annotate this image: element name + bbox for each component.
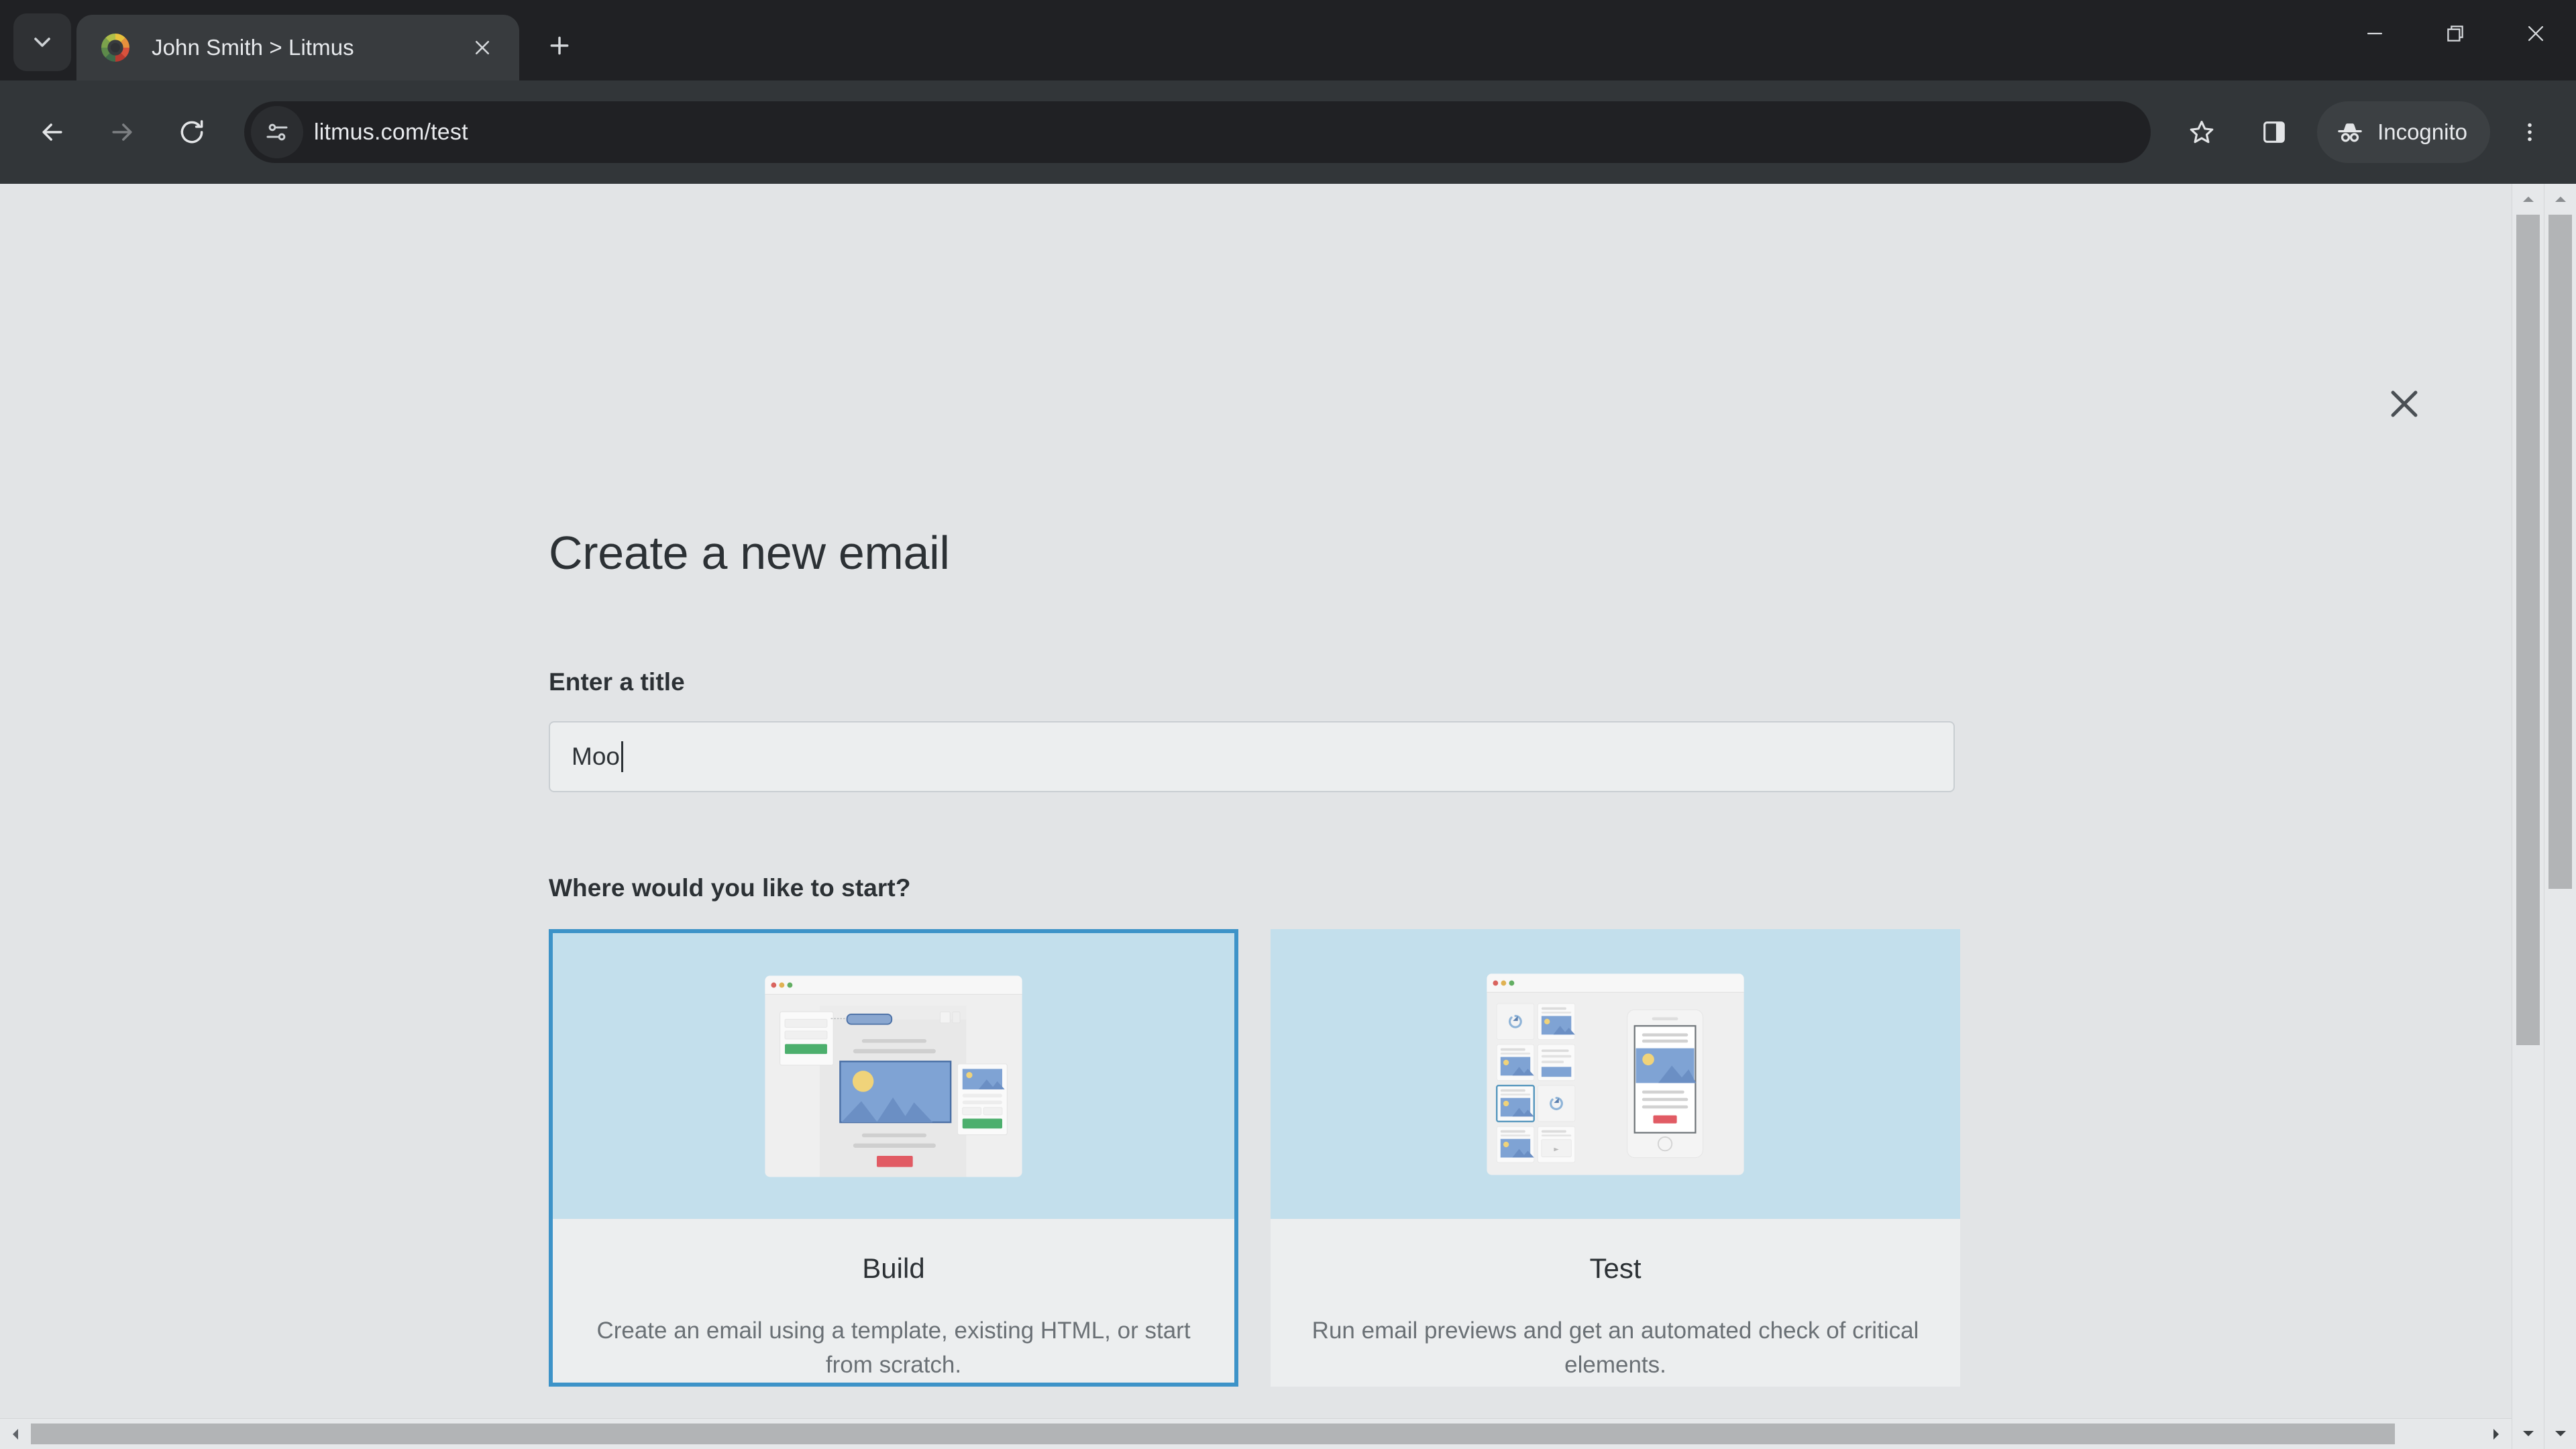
star-icon: [2190, 121, 2214, 144]
url-text: litmus.com/test: [314, 119, 468, 145]
page-scroll-up-button[interactable]: [2544, 184, 2576, 215]
start-option-build[interactable]: Build Create an email using a template, …: [549, 929, 1238, 1387]
browser-menu-button[interactable]: [2501, 101, 2559, 163]
horizontal-scroll-track[interactable]: [31, 1419, 2481, 1449]
caret-up-icon: [2522, 197, 2534, 202]
tab-strip: John Smith > Litmus: [0, 0, 2576, 80]
window-controls: [2334, 0, 2576, 80]
text-cursor: [621, 741, 623, 772]
modal-close-button[interactable]: [2379, 378, 2430, 429]
restore-icon: [2447, 25, 2463, 42]
page-viewport: Create a new email Enter a title Moo Whe…: [0, 184, 2576, 1449]
build-card-body: Build Create an email using a template, …: [553, 1219, 1234, 1383]
start-choice-label: Where would you like to start?: [549, 874, 911, 902]
arrow-right-icon: [112, 123, 132, 141]
back-button[interactable]: [21, 101, 83, 163]
modal-scroll-track[interactable]: [2512, 215, 2544, 1418]
test-illustration-svg: [1487, 973, 1744, 1175]
start-option-cards: Build Create an email using a template, …: [549, 929, 2512, 1387]
address-bar[interactable]: litmus.com/test: [244, 101, 2151, 163]
chevron-down-icon: [34, 38, 50, 47]
caret-up-icon: [2555, 197, 2566, 202]
arrow-left-icon: [42, 123, 62, 141]
page-content: Create a new email Enter a title Moo Whe…: [0, 184, 2512, 1449]
title-input[interactable]: Moo: [549, 721, 1955, 792]
incognito-spy-icon: [2338, 123, 2362, 142]
side-panel-icon: [2263, 121, 2285, 143]
email-previews-illustration: [1271, 929, 1960, 1219]
test-card-description: Run email previews and get an automated …: [1311, 1318, 1919, 1378]
tab-close-button[interactable]: [463, 28, 502, 67]
reload-icon: [180, 120, 203, 144]
caret-right-icon: [2493, 1428, 2499, 1440]
modal-scroll-down-button[interactable]: [2512, 1418, 2544, 1449]
email-builder-illustration: [553, 933, 1234, 1219]
close-icon: [2391, 390, 2418, 417]
horizontal-scrollbar[interactable]: [0, 1418, 2512, 1449]
caret-down-icon: [2555, 1431, 2566, 1436]
minimize-icon: [2367, 32, 2383, 35]
create-email-form: Create a new email Enter a title Moo Whe…: [0, 184, 2512, 1387]
side-panel-button[interactable]: [2243, 101, 2305, 163]
site-settings-icon: [266, 123, 288, 141]
modal-scroll-thumb[interactable]: [2516, 215, 2540, 1045]
incognito-label: Incognito: [2377, 119, 2467, 144]
scroll-right-button[interactable]: [2481, 1419, 2512, 1449]
build-card-title: Build: [862, 1252, 925, 1284]
caret-down-icon: [2522, 1431, 2534, 1436]
build-card-description: Create an email using a template, existi…: [596, 1318, 1191, 1378]
scroll-left-button[interactable]: [0, 1419, 31, 1449]
horizontal-scroll-thumb[interactable]: [31, 1424, 2396, 1444]
close-icon: [2528, 25, 2544, 42]
caret-left-icon: [13, 1428, 18, 1440]
new-tab-button[interactable]: [534, 20, 585, 71]
modal-vertical-scrollbar[interactable]: [2512, 184, 2544, 1449]
page-scroll-thumb[interactable]: [2548, 215, 2572, 889]
test-card-title: Test: [1589, 1252, 1642, 1284]
title-field-label: Enter a title: [549, 668, 685, 696]
tab-search-button[interactable]: [13, 13, 71, 71]
page-scroll-down-button[interactable]: [2544, 1418, 2576, 1449]
test-card-body: Test Run email previews and get an autom…: [1271, 1219, 1960, 1383]
site-settings-button[interactable]: [251, 106, 303, 158]
page-scroll-track[interactable]: [2544, 215, 2576, 1418]
incognito-indicator[interactable]: Incognito: [2317, 101, 2490, 163]
litmus-color-wheel-icon: [99, 32, 131, 64]
browser-window: John Smith > Litmus litmus.com/test Inco…: [0, 0, 2576, 1449]
maximize-restore-button[interactable]: [2415, 0, 2496, 67]
page-title: Create a new email: [549, 527, 950, 579]
bookmark-button[interactable]: [2171, 101, 2233, 163]
three-dot-menu-icon: [2528, 123, 2532, 142]
browser-tab[interactable]: John Smith > Litmus: [76, 15, 519, 80]
page-vertical-scrollbar[interactable]: [2544, 184, 2576, 1449]
minimize-button[interactable]: [2334, 0, 2415, 67]
title-input-value: Moo: [572, 743, 620, 770]
start-option-test[interactable]: Test Run email previews and get an autom…: [1271, 929, 1960, 1387]
tab-title: John Smith > Litmus: [152, 35, 354, 60]
browser-toolbar: litmus.com/test Incognito: [0, 80, 2576, 184]
modal-scroll-up-button[interactable]: [2512, 184, 2544, 215]
reload-button[interactable]: [161, 101, 223, 163]
plus-icon: [550, 36, 569, 55]
build-illustration-svg: [765, 975, 1022, 1177]
window-close-button[interactable]: [2496, 0, 2576, 67]
forward-button[interactable]: [91, 101, 153, 163]
close-icon: [475, 40, 490, 55]
